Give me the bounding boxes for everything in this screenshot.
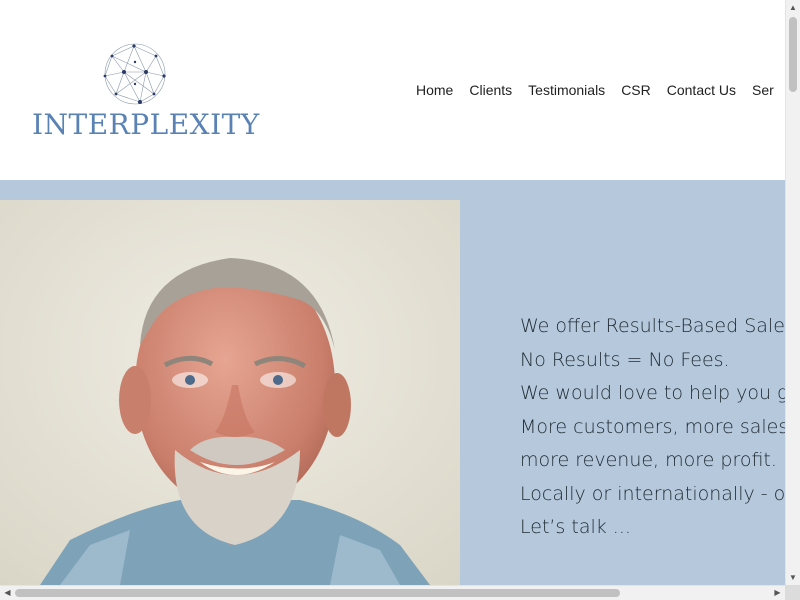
nav-item-home[interactable]: Home <box>416 80 453 100</box>
scroll-up-arrow-icon[interactable]: ▲ <box>786 0 800 15</box>
nav-item-clients[interactable]: Clients <box>469 80 512 100</box>
network-globe-icon <box>103 43 166 105</box>
hero-line: We offer Results-Based Sale <box>520 315 785 337</box>
hero-line: More customers, more sales <box>520 415 785 438</box>
horizontal-scrollbar[interactable]: ◀ ▶ <box>0 585 785 600</box>
vertical-scrollbar[interactable]: ▲ ▼ <box>785 0 800 585</box>
logo-wordmark: INTERPLEXITY <box>32 108 260 141</box>
nav-item-contact-us[interactable]: Contact Us <box>667 80 736 100</box>
hero-copy: We offer Results-Based Sale No Results =… <box>520 310 785 545</box>
scrollbar-corner <box>785 585 800 600</box>
horizontal-scroll-thumb[interactable] <box>15 589 620 597</box>
nav-item-services[interactable]: Ser <box>752 80 774 100</box>
site-logo[interactable]: INTERPLEXITY <box>30 40 259 145</box>
hero-line: No Results = No Fees. <box>520 348 730 371</box>
portrait-photo <box>0 200 460 585</box>
nav-item-csr[interactable]: CSR <box>621 80 651 100</box>
nav-item-testimonials[interactable]: Testimonials <box>528 80 605 100</box>
page-viewport: INTERPLEXITY Home Clients Testimonials CSR C… <box>0 0 785 585</box>
scroll-right-arrow-icon[interactable]: ▶ <box>770 586 785 600</box>
hero-line: Locally or internationally - o <box>520 482 785 505</box>
vertical-scroll-thumb[interactable] <box>789 17 797 92</box>
hero-line: We would love to help you g <box>520 382 785 404</box>
site-header: INTERPLEXITY Home Clients Testimonials CSR C… <box>0 0 785 180</box>
scroll-left-arrow-icon[interactable]: ◀ <box>0 586 15 600</box>
main-navigation: Home Clients Testimonials CSR Contact Us Ser <box>416 80 785 100</box>
scroll-down-arrow-icon[interactable]: ▼ <box>786 570 800 585</box>
hero-line: more revenue, more profit. <box>520 449 777 471</box>
hero-section: We offer Results-Based Sale No Results =… <box>0 180 785 585</box>
hero-line: Let’s talk ... <box>520 516 631 538</box>
